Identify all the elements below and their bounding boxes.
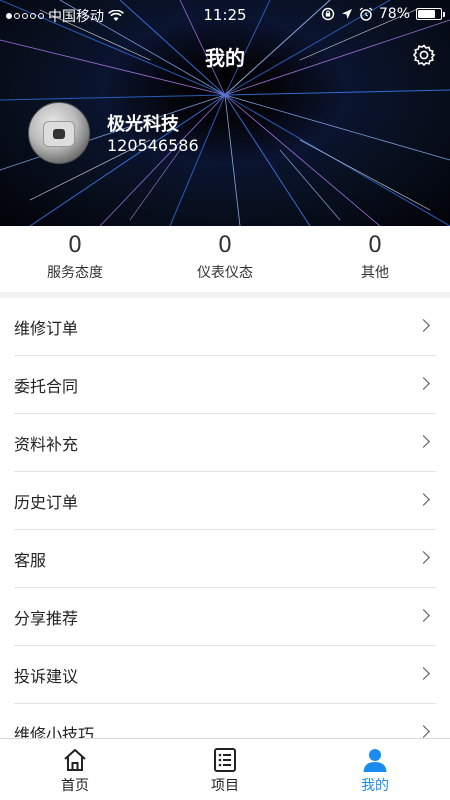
- chevron-right-icon: [417, 609, 430, 622]
- menu-item-label: 维修订单: [14, 319, 79, 338]
- battery-fill: [418, 10, 435, 18]
- stat-label: 服务态度: [47, 265, 103, 281]
- menu-item-label: 资料补充: [14, 435, 79, 454]
- menu-item-label: 委托合同: [14, 377, 79, 396]
- person-icon: [363, 749, 387, 772]
- chevron-right-icon: [417, 493, 430, 506]
- menu-item-label: 分享推荐: [14, 609, 79, 628]
- menu-item-repair-tips[interactable]: 维修小技巧: [0, 704, 450, 738]
- battery-icon: [416, 8, 445, 20]
- menu-item-label: 投诉建议: [14, 667, 79, 686]
- chevron-right-icon: [417, 319, 430, 332]
- orientation-lock-icon: [321, 7, 335, 21]
- gear-icon[interactable]: [412, 43, 436, 67]
- location-arrow-icon: [341, 9, 352, 19]
- chevron-right-icon: [417, 435, 430, 448]
- battery-percent: 78%: [378, 6, 410, 22]
- stat-value: 0: [218, 233, 232, 258]
- menu-item-order-history[interactable]: 历史订单: [0, 472, 450, 530]
- rating-stats: 0 服务态度 0 仪表仪态 0 其他: [0, 226, 450, 292]
- alarm-icon: [359, 7, 373, 21]
- tab-label: 项目: [211, 778, 239, 794]
- menu-item-supplement-info[interactable]: 资料补充: [0, 414, 450, 472]
- status-right: 78%: [321, 6, 445, 22]
- stat-service-attitude[interactable]: 0 服务态度: [0, 226, 150, 292]
- stat-value: 0: [68, 233, 82, 258]
- home-icon: [64, 749, 86, 771]
- tab-label: 我的: [361, 778, 389, 794]
- avatar[interactable]: [28, 102, 90, 164]
- tab-projects[interactable]: 项目: [150, 739, 300, 800]
- list-icon: [214, 748, 236, 772]
- menu-item-complaints[interactable]: 投诉建议: [0, 646, 450, 704]
- stat-other[interactable]: 0 其他: [300, 226, 450, 292]
- tab-label: 首页: [61, 778, 89, 794]
- menu-item-label: 历史订单: [14, 493, 79, 512]
- menu-item-repair-orders[interactable]: 维修订单: [0, 298, 450, 356]
- avatar-lens-shape: [53, 129, 65, 139]
- menu-item-label: 客服: [14, 551, 47, 570]
- stat-label: 仪表仪态: [197, 265, 253, 281]
- chevron-right-icon: [417, 725, 430, 738]
- status-bar: 中国移动 11:25 78%: [0, 0, 450, 30]
- stat-value: 0: [368, 233, 382, 258]
- tab-bar: 首页 项目 我的: [0, 738, 450, 800]
- menu-list: 维修订单 委托合同 资料补充 历史订单 客服 分享推荐 投诉建议 维修小技巧: [0, 298, 450, 738]
- menu-item-share-recommend[interactable]: 分享推荐: [0, 588, 450, 646]
- stat-appearance[interactable]: 0 仪表仪态: [150, 226, 300, 292]
- chevron-right-icon: [417, 551, 430, 564]
- user-name: 极光科技: [107, 114, 179, 135]
- tab-mine[interactable]: 我的: [300, 739, 450, 800]
- chevron-right-icon: [417, 377, 430, 390]
- tab-home[interactable]: 首页: [0, 739, 150, 800]
- stat-label: 其他: [361, 265, 389, 281]
- menu-item-label: 维修小技巧: [14, 725, 95, 738]
- page-title: 我的: [205, 46, 245, 70]
- menu-item-contracts[interactable]: 委托合同: [0, 356, 450, 414]
- menu-item-customer-service[interactable]: 客服: [0, 530, 450, 588]
- user-id: 120546586: [107, 136, 199, 155]
- chevron-right-icon: [417, 667, 430, 680]
